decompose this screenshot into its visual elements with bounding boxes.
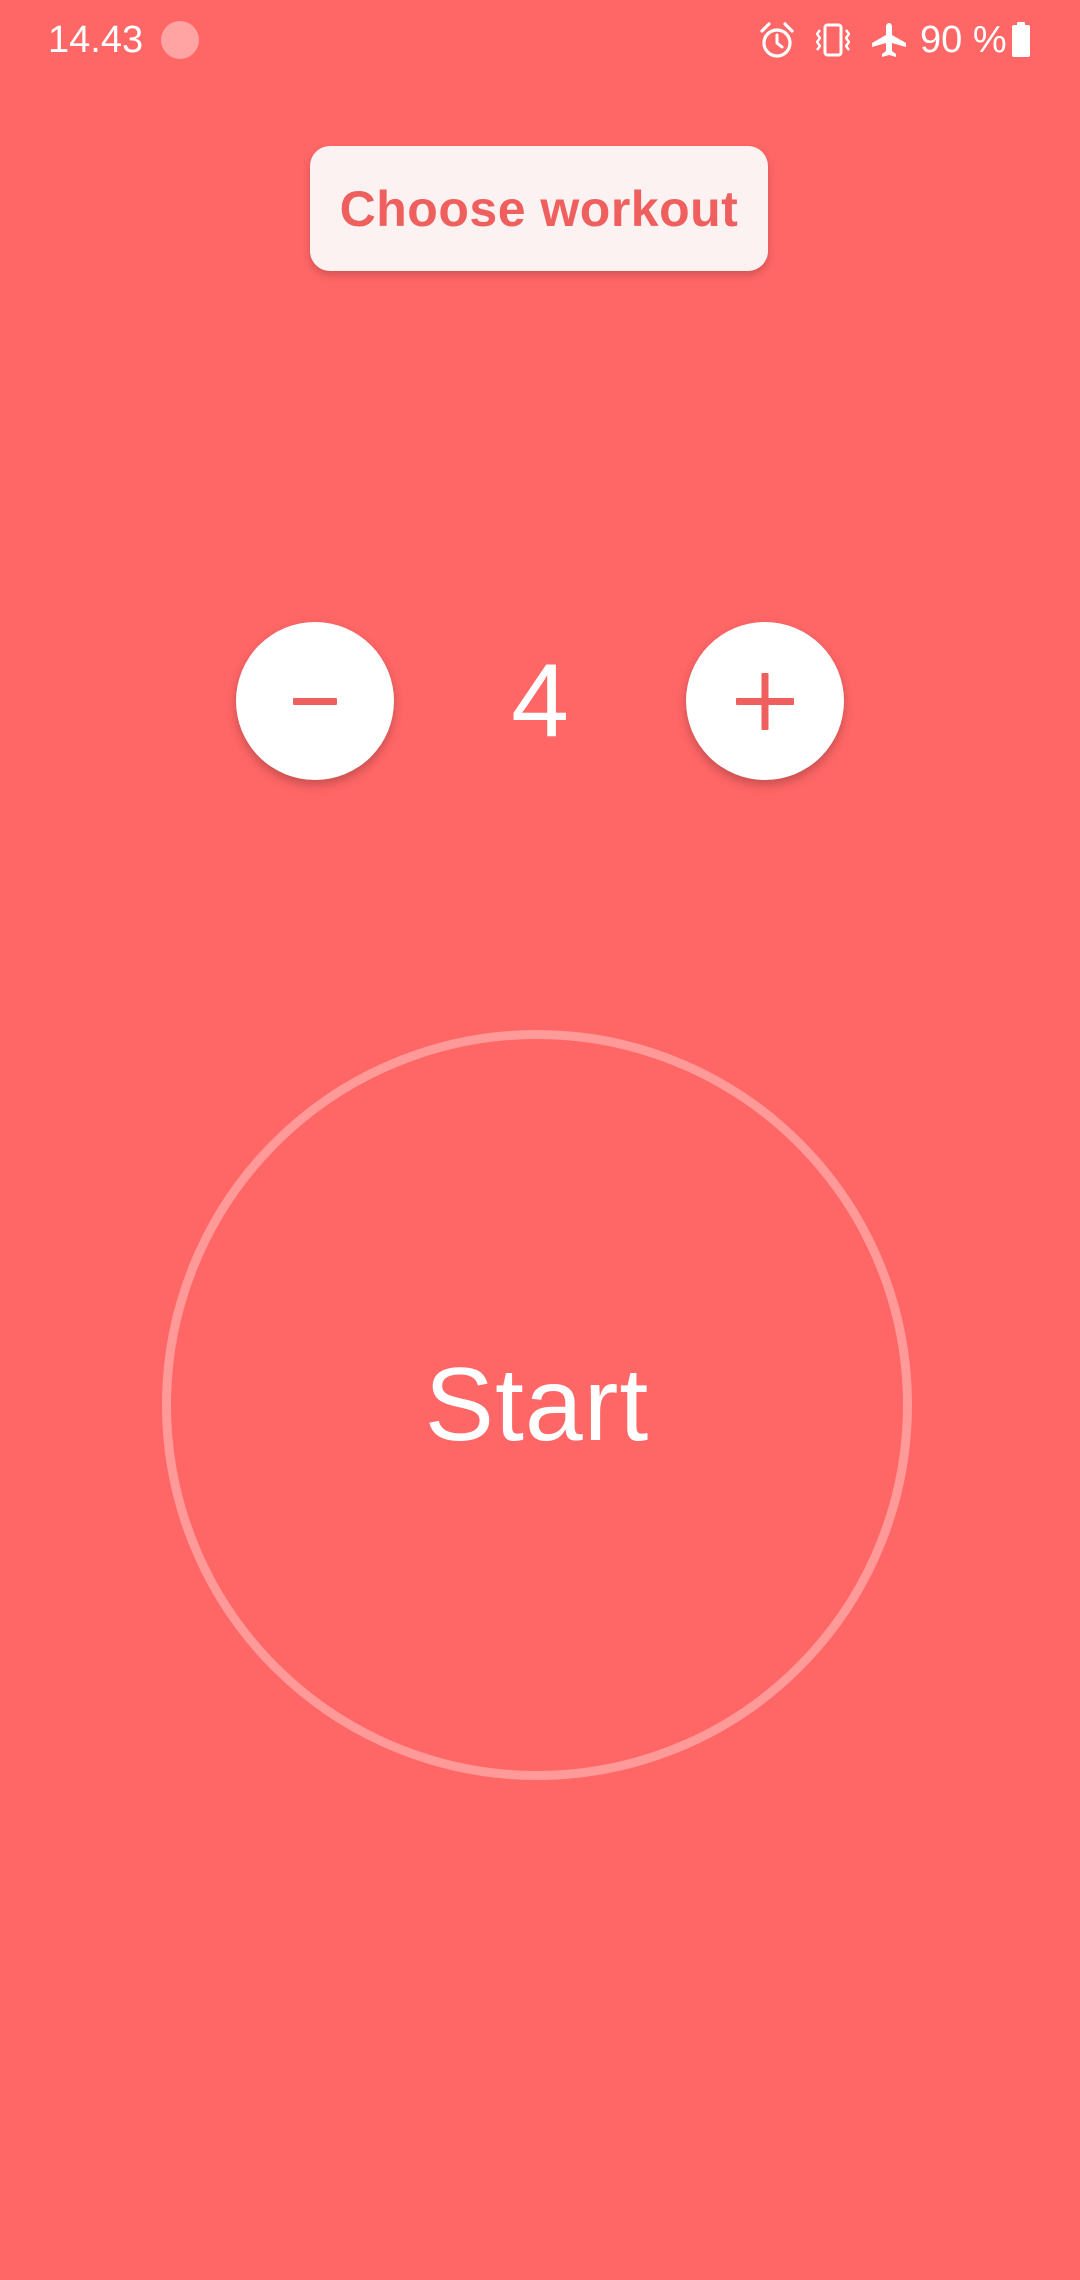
- choose-workout-label: Choose workout: [339, 180, 739, 237]
- minus-icon: [293, 698, 337, 705]
- notification-dot-icon: [161, 21, 199, 59]
- vibrate-icon: [815, 23, 851, 57]
- increment-button[interactable]: [686, 622, 844, 780]
- decrement-button[interactable]: [236, 622, 394, 780]
- airplane-mode-icon: [872, 23, 906, 57]
- choose-workout-button[interactable]: Choose workout: [310, 146, 768, 271]
- battery-icon: [1012, 22, 1030, 57]
- battery-percent: 90 %: [920, 19, 1007, 61]
- status-time: 14.43: [48, 19, 144, 61]
- plus-icon: [736, 673, 794, 730]
- start-button[interactable]: Start: [162, 1030, 912, 1780]
- rounds-count: 4: [511, 642, 569, 759]
- start-label: Start: [424, 1346, 650, 1463]
- alarm-icon: [760, 22, 794, 58]
- status-bar: 14.43 90 %: [0, 0, 1080, 80]
